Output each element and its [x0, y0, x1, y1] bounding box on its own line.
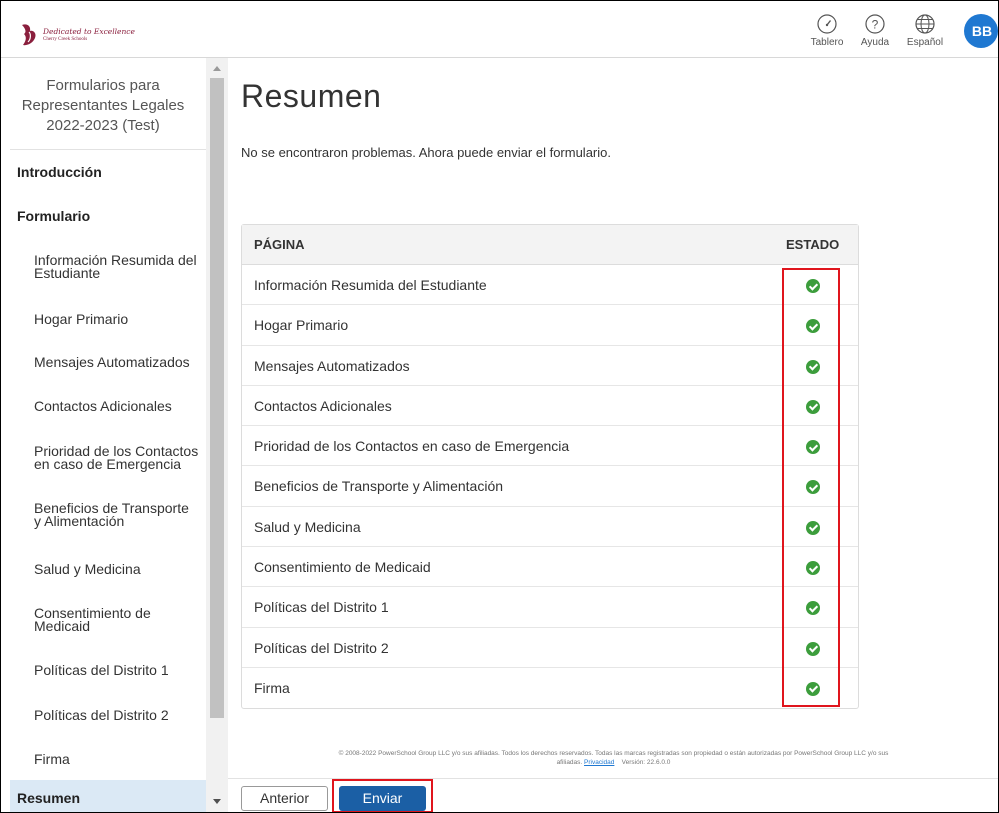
row-page-name: Beneficios de Transporte y Alimentación: [254, 478, 504, 495]
row-page-name: Salud y Medicina: [254, 518, 361, 535]
language-button[interactable]: Español: [905, 13, 945, 48]
row-page-name: Consentimiento de Medicaid: [254, 559, 431, 576]
sidebar-item-emergency-priority[interactable]: Prioridad de los Contactos en caso de Em…: [34, 444, 206, 472]
sidebar-item-label: Contactos Adicionales: [34, 398, 172, 414]
table-row: Consentimiento de Medicaid: [242, 547, 858, 588]
row-page-name: Mensajes Automatizados: [254, 357, 410, 374]
sidebar-item-label: y Alimentación: [34, 513, 125, 529]
sidebar-item-label: Firma: [34, 751, 70, 767]
footer-line-2: afiliadas. Privacidad Versión: 22.6.0.0: [228, 758, 999, 767]
help-button[interactable]: ? Ayuda: [855, 13, 895, 48]
row-page-name: Hogar Primario: [254, 317, 349, 334]
sidebar-item-district-policies-2[interactable]: Políticas del Distrito 2: [34, 707, 206, 723]
version-text: Versión: 22.6.0.0: [621, 759, 671, 766]
table-row: Políticas del Distrito 2: [242, 628, 858, 668]
table-row: Firma: [242, 668, 858, 708]
dashboard-label: Tablero: [810, 37, 844, 48]
privacy-link[interactable]: Privacidad: [584, 759, 614, 766]
table-row: Contactos Adicionales: [242, 386, 858, 427]
sidebar-item-automated-messages[interactable]: Mensajes Automatizados: [34, 354, 206, 370]
copyright-text: © 2008-2022 PowerSchool Group LLC y/o su…: [338, 750, 889, 757]
row-page-name: Firma: [254, 679, 290, 696]
table-header: PÁGINA ESTADO: [242, 225, 858, 265]
row-page-name: Contactos Adicionales: [254, 397, 392, 414]
sidebar-item-additional-contacts[interactable]: Contactos Adicionales: [34, 398, 206, 414]
status-highlight-box: [782, 268, 840, 707]
sidebar-item-label: Políticas del Distrito 2: [34, 707, 169, 723]
sidebar-item-label: Resumen: [17, 790, 81, 806]
scroll-down-arrow-icon[interactable]: [213, 799, 221, 804]
svg-text:?: ?: [872, 18, 879, 32]
row-page-name: Información Resumida del Estudiante: [254, 277, 487, 293]
status-message: No se encontraron problemas. Ahora puede…: [241, 145, 611, 160]
table-row: Beneficios de Transporte y Alimentación: [242, 466, 858, 507]
form-title-line: 2022-2023 (Test): [46, 117, 160, 134]
language-label: Español: [906, 37, 944, 48]
table-row: Mensajes Automatizados: [242, 346, 858, 386]
table-row: Salud y Medicina: [242, 507, 858, 548]
help-question-icon: ?: [865, 14, 885, 34]
submit-button[interactable]: Enviar: [339, 786, 426, 811]
sidebar-item-primary-home[interactable]: Hogar Primario: [34, 311, 206, 327]
scroll-up-arrow-icon[interactable]: [213, 66, 221, 71]
sidebar-item-label: Medicaid: [34, 618, 91, 634]
table-row: Información Resumida del Estudiante: [242, 265, 858, 306]
sidebar-item-label: Políticas del Distrito 1: [34, 662, 169, 678]
table-row: Políticas del Distrito 1: [242, 587, 858, 628]
footer-prefix: afiliadas.: [556, 759, 583, 766]
sidebar-item-signature[interactable]: Firma: [34, 751, 206, 767]
column-header-page: PÁGINA: [254, 237, 305, 252]
sidebar-item-student-info[interactable]: Información Resumida del Estudiante: [34, 253, 206, 281]
form-title-line: Formularios para: [46, 77, 160, 94]
sidebar-item-district-policies-1[interactable]: Políticas del Distrito 1: [34, 662, 206, 678]
row-page-name: Políticas del Distrito 2: [254, 639, 389, 656]
form-title-line: Representantes Legales: [21, 97, 185, 114]
summary-table: PÁGINA ESTADO Información Resumida del E…: [241, 224, 859, 710]
sidebar-item-label: Estudiante: [34, 265, 101, 281]
school-logo[interactable]: Dedicated to Excellence Cherry Creek Sch…: [21, 22, 135, 48]
sidebar-item-label: Hogar Primario: [34, 311, 129, 327]
sidebar-item-label: Salud y Medicina: [34, 561, 141, 577]
logo-icon: [22, 24, 36, 46]
sidebar-item-medicaid[interactable]: Consentimiento de Medicaid: [34, 606, 206, 634]
top-header: Dedicated to Excellence Cherry Creek Sch…: [0, 0, 999, 58]
logo-tagline: Dedicated to Excellence: [43, 26, 135, 36]
table-row: Prioridad de los Contactos en caso de Em…: [242, 426, 858, 467]
divider: [10, 149, 206, 150]
sidebar-item-health[interactable]: Salud y Medicina: [34, 561, 206, 577]
row-page-name: Políticas del Distrito 1: [254, 599, 389, 616]
sidebar-item-introduction[interactable]: Introducción: [17, 164, 102, 180]
sidebar-scrollbar[interactable]: [206, 58, 228, 813]
help-label: Ayuda: [860, 37, 890, 48]
user-avatar[interactable]: BB: [964, 14, 998, 48]
globe-icon: [915, 14, 935, 34]
sidebar-nav: Formularios para Representantes Legales …: [0, 58, 206, 813]
sidebar-item-label: en caso de Emergencia: [34, 456, 182, 472]
column-header-status: ESTADO: [786, 237, 840, 252]
logo-district: Cherry Creek Schools: [43, 37, 88, 43]
sidebar-item-summary[interactable]: Resumen: [10, 780, 206, 813]
sidebar-item-transport-food[interactable]: Beneficios de Transporte y Alimentación: [34, 501, 206, 529]
previous-button[interactable]: Anterior: [241, 786, 328, 811]
dashboard-gauge-icon: [817, 14, 837, 34]
sidebar-item-label: Mensajes Automatizados: [34, 354, 190, 370]
dashboard-button[interactable]: Tablero: [807, 13, 847, 48]
sidebar-section-form[interactable]: Formulario: [17, 208, 90, 224]
table-row: Hogar Primario: [242, 305, 858, 346]
copyright-footer: © 2008-2022 PowerSchool Group LLC y/o su…: [228, 749, 999, 767]
page-title: Resumen: [241, 78, 382, 114]
row-page-name: Prioridad de los Contactos en caso de Em…: [254, 438, 570, 455]
scrollbar-thumb[interactable]: [210, 78, 224, 718]
form-title: Formularios para Representantes Legales …: [0, 76, 206, 136]
